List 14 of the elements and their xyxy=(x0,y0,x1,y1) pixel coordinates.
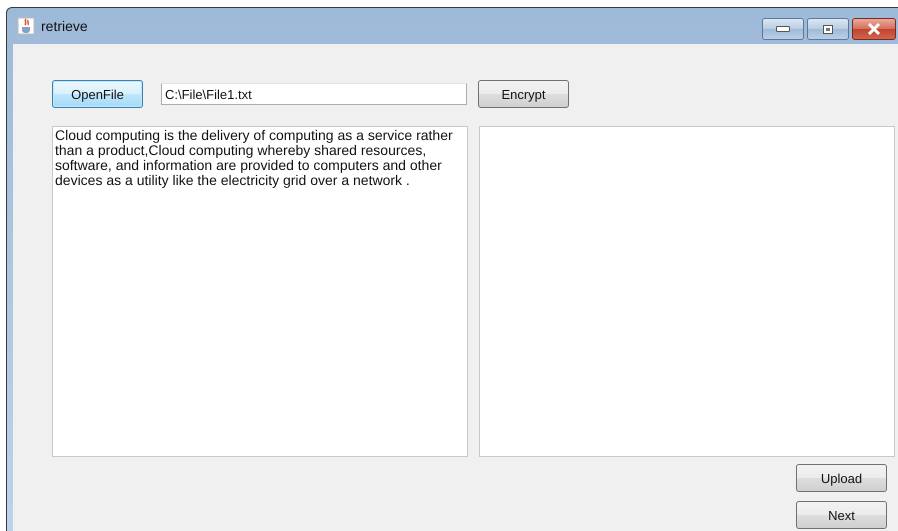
file-path-field[interactable]: C:\File\File1.txt xyxy=(161,83,467,105)
window-title: retrieve xyxy=(41,18,88,34)
encrypt-button[interactable]: Encrypt xyxy=(478,80,569,108)
next-button[interactable]: Next xyxy=(796,501,887,529)
open-file-button[interactable]: OpenFile xyxy=(52,80,143,108)
minimize-icon xyxy=(776,26,790,32)
upload-button[interactable]: Upload xyxy=(796,464,887,492)
maximize-button[interactable] xyxy=(807,18,849,40)
close-icon xyxy=(867,23,881,35)
maximize-icon xyxy=(823,24,833,34)
close-button[interactable] xyxy=(852,18,896,40)
input-text-area[interactable]: Cloud computing is the delivery of computing as a service rather than a product,Cloud computing whereby shared resources, software, and information are provided to computers and other devices as a utility like the electricity grid over a network . xyxy=(52,126,468,457)
minimize-button[interactable] xyxy=(762,18,804,40)
coffee-cup-icon xyxy=(17,17,35,35)
